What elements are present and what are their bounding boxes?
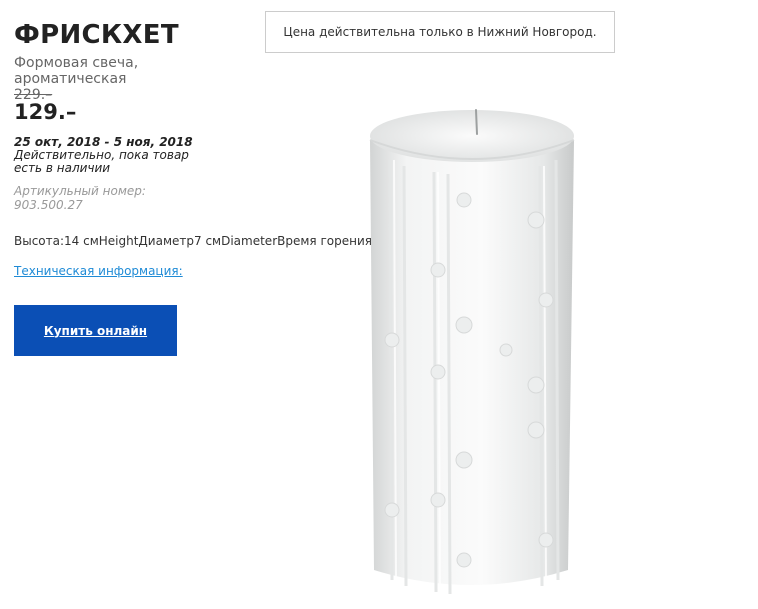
technical-info-link[interactable]: Техническая информация: [14, 264, 183, 278]
validity-note: Действительно, пока товар есть в наличии [14, 148, 189, 175]
validity-info: 25 окт, 2018 - 5 ноя, 2018 Действительно… [14, 136, 194, 175]
product-title: ФРИСКХЕТ [14, 20, 179, 50]
candle-image [369, 109, 575, 595]
current-price: 129.– [14, 100, 77, 124]
article-number: Артикульный номер: 903.500.27 [14, 184, 146, 212]
buy-online-button[interactable]: Купить онлайн [14, 305, 177, 356]
product-description: Формовая свеча, ароматическая [14, 55, 139, 87]
price-notice-text: Цена действительна только в Нижний Новго… [283, 25, 597, 39]
price-notice: Цена действительна только в Нижний Новго… [265, 11, 615, 53]
validity-dates: 25 окт, 2018 - 5 ноя, 2018 [14, 135, 193, 149]
